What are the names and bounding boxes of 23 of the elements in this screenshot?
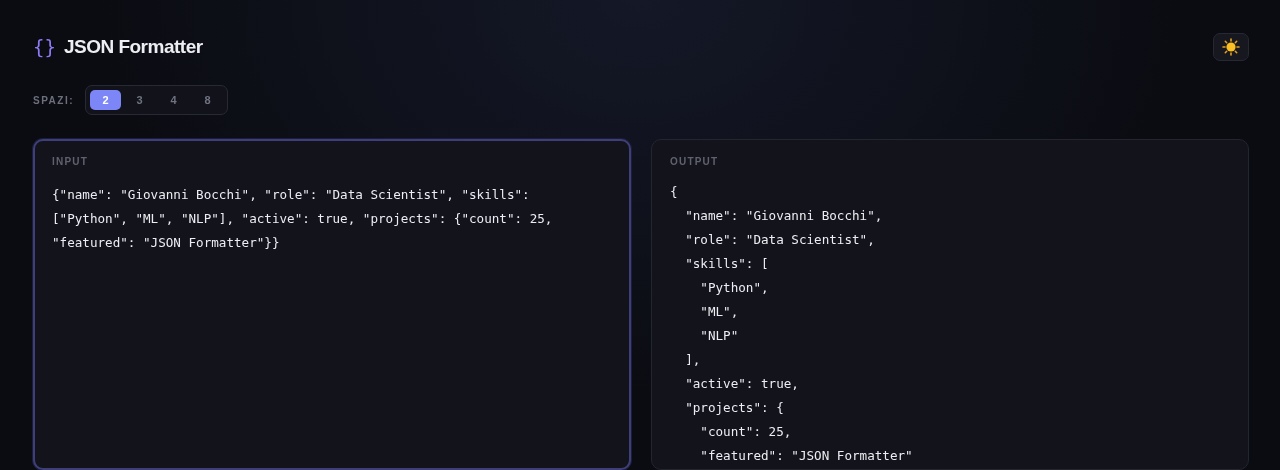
code-line: "Python", [699, 279, 769, 297]
indent-option[interactable]: 3 [124, 90, 156, 110]
code-line: "count": 25, [699, 423, 792, 441]
code-line: "featured": "JSON Formatter" [699, 447, 913, 465]
logo-braces: {} [33, 36, 56, 58]
panel-label: INPUT [52, 156, 88, 167]
indent-option[interactable]: 4 [158, 90, 190, 110]
code-line: { [670, 183, 678, 201]
code-line: "projects": { [684, 399, 784, 417]
panel-label: OUTPUT [670, 156, 719, 167]
indent-option[interactable]: 8 [192, 90, 224, 110]
code-line: "skills": [ [684, 255, 769, 273]
app-title: JSON Formatter [63, 36, 203, 58]
code-line: ], [684, 351, 701, 369]
indent-label: SPAZI: [33, 94, 75, 106]
theme-toggle-button[interactable] [1213, 33, 1249, 61]
code-line: "ML", [699, 303, 739, 321]
code-line: "active": true, [684, 375, 799, 393]
sun-icon [1222, 38, 1240, 56]
code-line: "NLP" [699, 327, 739, 345]
code-line: "role": "Data Scientist", [684, 231, 875, 249]
code-line: "name": "Giovanni Bocchi", [684, 207, 883, 225]
indent-option[interactable]: 2 [90, 90, 122, 110]
